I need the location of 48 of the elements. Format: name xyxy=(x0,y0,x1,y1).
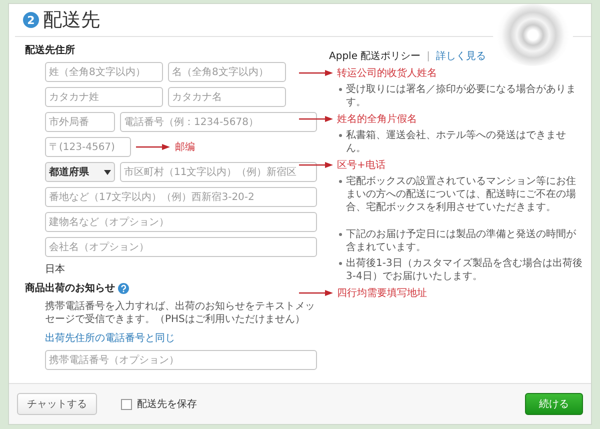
input-field[interactable]: 〒(123-4567) xyxy=(45,137,131,157)
input-field[interactable]: 番地など（17文字以内）（例）西新宿3-20-2 xyxy=(45,187,317,207)
arrow-icon xyxy=(136,143,170,151)
bullet-dot xyxy=(339,233,342,236)
checkbox[interactable] xyxy=(121,398,132,410)
bullet-dot xyxy=(339,88,342,91)
policy-text: 下記のお届け予定日には製品の準備と発送の時間が含まれています。 xyxy=(346,228,577,254)
policy-text: 宅配ボックスの設置されているマンション等にお住まいの方への配送については、配送時にご不在の場合、宅配ボックスを利用させていただきます。 xyxy=(346,175,577,214)
annotation-text: 姓名的全角片假名 xyxy=(337,112,417,126)
dropdown-value: 都道府県 xyxy=(49,165,89,179)
separator: | xyxy=(426,50,430,62)
step-number-badge: 2 xyxy=(23,12,39,28)
arrow-icon xyxy=(299,69,333,77)
input-field[interactable]: 名（全角8文字以内） xyxy=(168,62,286,82)
annotation-text: 四行均需要填写地址 xyxy=(337,286,427,300)
policy-text: 受け取りには署名／捺印が必要になる場合があります。 xyxy=(346,83,577,109)
same-phone-link[interactable]: 出荷先住所の電話番号と同じ xyxy=(25,331,175,345)
continue-button[interactable]: 続ける xyxy=(525,393,583,415)
policy-text: 出荷後1-3日（カスタマイズ製品を含む場合は出荷後3-4日）でお届けいたします。 xyxy=(346,257,583,283)
input-field[interactable]: カタカナ名 xyxy=(168,87,286,107)
input-field[interactable]: 市区町村（11文字以内）（例）新宿区 xyxy=(120,162,317,182)
section-heading: 商品出荷のお知らせ xyxy=(25,281,115,295)
policy-title: Apple 配送ポリシー xyxy=(329,50,421,63)
chat-button[interactable]: チャットする xyxy=(17,393,97,415)
section-heading: 配送先住所 xyxy=(25,44,76,57)
help-icon[interactable] xyxy=(118,282,129,294)
description-text: 携帯電話番号を入力すれば、出荷のお知らせをテキストメッセージで受信できます。（PHSはご利用いただけません） xyxy=(44,300,316,326)
input-field[interactable]: 姓（全角8文字以内） xyxy=(45,62,163,82)
bullet-dot xyxy=(339,134,342,137)
bullet-dot xyxy=(339,180,342,183)
policy-text: 私書箱、運送会社、ホテル等への発送はできません。 xyxy=(346,129,567,155)
dropdown[interactable]: 都道府県 xyxy=(45,162,115,182)
input-field[interactable]: 携帯電話番号（オプション） xyxy=(45,350,317,370)
bullet-dot xyxy=(339,262,342,265)
arrow-icon xyxy=(299,289,333,297)
annotation-text: 转运公司的收货人姓名 xyxy=(337,66,437,80)
annotation-text: 区号+电话 xyxy=(337,158,386,172)
input-field[interactable]: 会社名（オプション） xyxy=(45,237,317,257)
annotation-text: 邮编 xyxy=(175,140,195,154)
learn-more-link[interactable]: 詳しく見る xyxy=(436,49,486,63)
caret-icon xyxy=(104,170,111,174)
checkbox-label: 配送先を保存 xyxy=(137,398,197,411)
page-title: 配送先 xyxy=(43,8,100,33)
input-field[interactable]: カタカナ姓 xyxy=(45,87,163,107)
input-field[interactable]: 建物名など（オプション） xyxy=(45,212,317,232)
input-field[interactable]: 市外局番 xyxy=(45,112,115,132)
country-label: 日本 xyxy=(44,262,66,276)
input-field[interactable]: 電話番号（例：1234-5678） xyxy=(120,112,317,132)
